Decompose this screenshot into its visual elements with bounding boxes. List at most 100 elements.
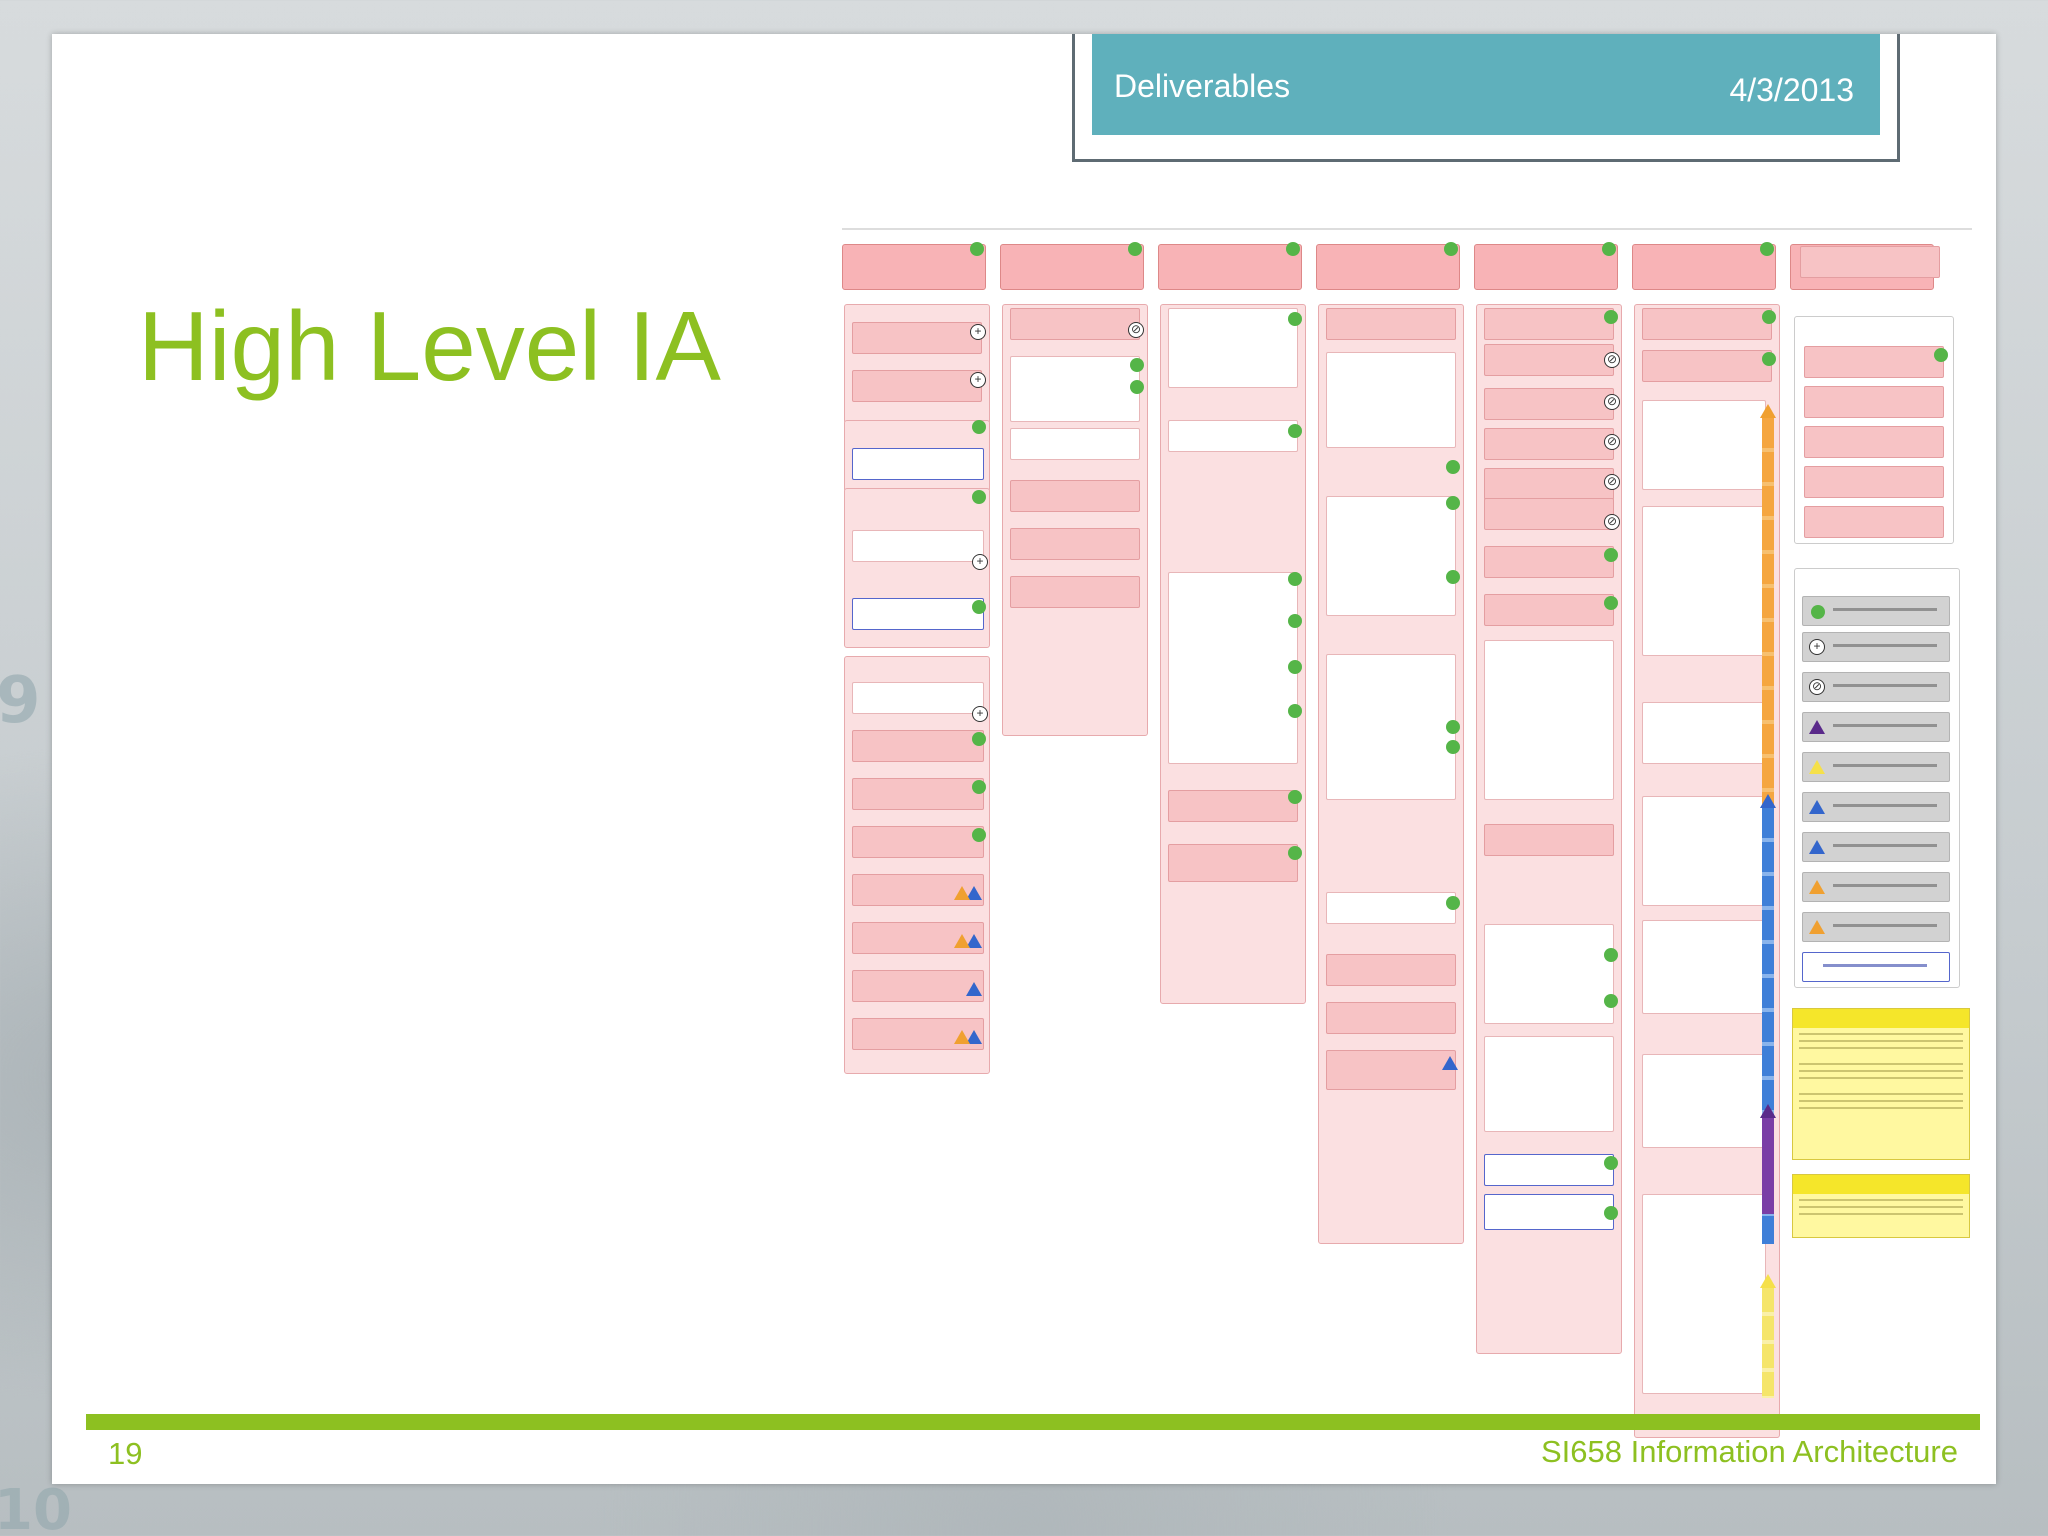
new-content-dot-icon	[1288, 704, 1302, 718]
key-row	[1802, 596, 1950, 626]
ia-node	[1010, 308, 1140, 340]
cross-link-icon: ⊘	[1604, 474, 1620, 490]
new-content-dot-icon	[1604, 1206, 1618, 1220]
ia-node	[1010, 528, 1140, 560]
new-content-dot-icon	[1760, 242, 1774, 256]
ia-node	[1484, 824, 1614, 856]
new-content-dot-icon	[1762, 310, 1776, 324]
ia-node	[1168, 308, 1298, 388]
triangle-icon	[1760, 404, 1776, 418]
triangle-icon	[1809, 760, 1825, 774]
new-content-dot-icon	[1286, 242, 1300, 256]
ia-node	[1642, 350, 1772, 382]
global-navigation-bar	[842, 228, 1972, 230]
new-content-dot-icon	[1811, 605, 1825, 619]
new-content-dot-icon	[1604, 1156, 1618, 1170]
triangle-icon	[1442, 1056, 1458, 1070]
ia-node	[1484, 428, 1614, 460]
header-bar: Deliverables 4/3/2013	[1092, 34, 1880, 135]
ia-node	[1484, 468, 1614, 500]
ia-node	[1010, 356, 1140, 422]
ia-node	[1010, 576, 1140, 608]
new-content-dot-icon	[972, 828, 986, 842]
key-row	[1802, 792, 1950, 822]
new-content-dot-icon	[1444, 242, 1458, 256]
triangle-icon	[1809, 840, 1825, 854]
nav-node	[1316, 244, 1460, 290]
new-content-dot-icon	[1288, 790, 1302, 804]
triangle-icon	[1809, 880, 1825, 894]
nav-node	[1158, 244, 1302, 290]
new-content-dot-icon	[1288, 572, 1302, 586]
ia-node	[1326, 1002, 1456, 1034]
ia-node	[1168, 420, 1298, 452]
ia-node	[1804, 426, 1944, 458]
ia-node	[852, 778, 984, 810]
new-content-dot-icon	[1446, 496, 1460, 510]
key-row	[1802, 872, 1950, 902]
ia-node	[852, 682, 984, 714]
global-navigation-label	[1362, 190, 1462, 200]
new-content-dot-icon	[1934, 348, 1948, 362]
slide: Deliverables 4/3/2013 High Level IA + + …	[52, 34, 1996, 1484]
cross-link-icon: ⊘	[1604, 352, 1620, 368]
key-row	[1802, 832, 1950, 862]
plus-icon: +	[972, 706, 988, 722]
external-link-node	[1484, 1154, 1614, 1186]
ia-node	[1484, 388, 1614, 420]
ia-node	[1326, 654, 1456, 800]
ia-node	[1168, 790, 1298, 822]
new-content-dot-icon	[1288, 312, 1302, 326]
ia-node	[1804, 506, 1944, 538]
plus-icon: +	[972, 554, 988, 570]
ia-node	[1484, 546, 1614, 578]
triangle-icon	[1760, 1274, 1776, 1288]
ia-node	[1010, 428, 1140, 460]
external-link-node	[852, 598, 984, 630]
cross-link-icon: ⊘	[1604, 434, 1620, 450]
new-content-dot-icon	[972, 732, 986, 746]
key-row	[1802, 752, 1950, 782]
triangle-icon	[1809, 920, 1825, 934]
ia-node	[852, 530, 984, 562]
triangle-icon	[954, 934, 970, 948]
ia-node	[1642, 400, 1766, 490]
new-content-dot-icon	[1604, 596, 1618, 610]
new-content-dot-icon	[970, 242, 984, 256]
ia-node	[1484, 594, 1614, 626]
ia-node	[852, 730, 984, 762]
new-content-dot-icon	[972, 490, 986, 504]
new-content-dot-icon	[1130, 380, 1144, 394]
ia-node	[1642, 796, 1766, 906]
triangle-icon	[1809, 800, 1825, 814]
new-content-dot-icon	[1288, 846, 1302, 860]
ia-node	[1804, 346, 1944, 378]
new-content-dot-icon	[1762, 352, 1776, 366]
ia-node	[1010, 480, 1140, 512]
ia-node	[1642, 1054, 1766, 1148]
new-content-dot-icon	[1446, 460, 1460, 474]
external-link-node	[1484, 1194, 1614, 1230]
new-content-dot-icon	[1446, 570, 1460, 584]
ia-node	[852, 826, 984, 858]
new-content-dot-icon	[972, 600, 986, 614]
external-link-node	[852, 448, 984, 480]
triangle-icon	[954, 1030, 970, 1044]
audience-strip	[1762, 1288, 1774, 1398]
ia-node	[1804, 386, 1944, 418]
key-row	[1802, 952, 1950, 982]
ia-node	[1642, 506, 1766, 656]
triangle-icon	[954, 886, 970, 900]
nav-node	[1474, 244, 1618, 290]
new-content-dot-icon	[1446, 896, 1460, 910]
ia-node	[1484, 498, 1614, 530]
ia-node	[1642, 1194, 1766, 1394]
section-title: Deliverables	[1114, 68, 1291, 104]
ia-node	[1484, 344, 1614, 376]
ia-node	[1642, 308, 1772, 340]
ia-node	[1326, 308, 1456, 340]
ia-node	[1326, 954, 1456, 986]
new-content-dot-icon	[1130, 358, 1144, 372]
ia-node	[852, 370, 982, 402]
new-content-dot-icon	[1602, 242, 1616, 256]
